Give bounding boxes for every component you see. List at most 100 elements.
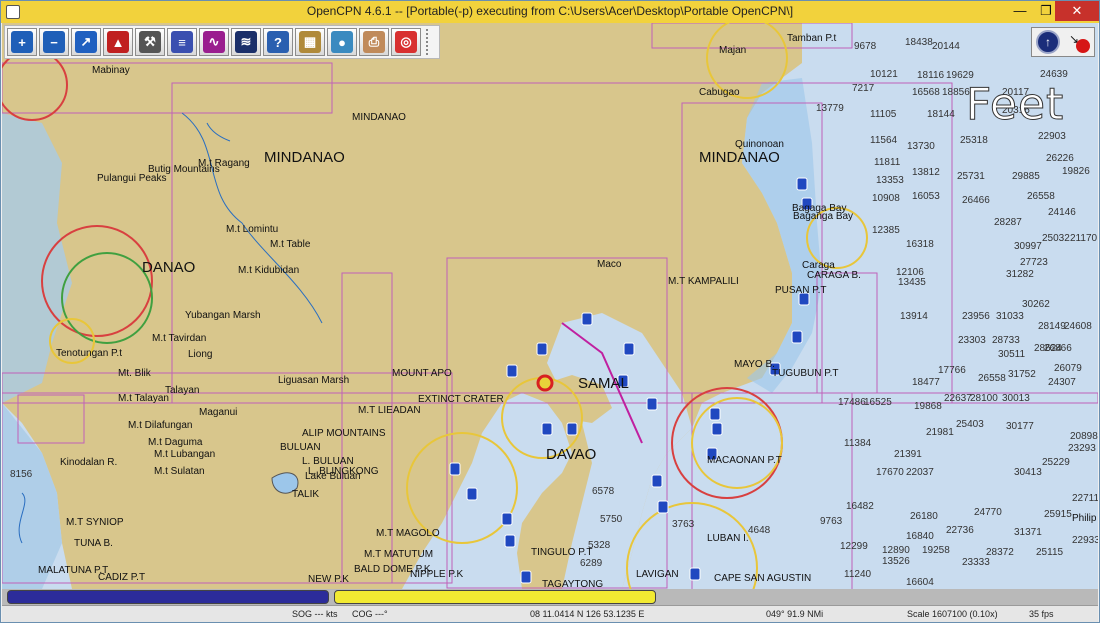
piano-key-chart-2[interactable]: [334, 590, 656, 604]
place-label: Majan: [719, 45, 747, 56]
zoom-out-icon: −: [43, 31, 65, 53]
place-label: M.t Lomintu: [226, 224, 279, 235]
main-toolbar: + − ↗ ▲ ⚒ ≡ ∿ ≋? ▦ ● ⎙ ◎: [4, 25, 440, 59]
depth-sounding: 9678: [854, 41, 877, 52]
north-up-compass-icon[interactable]: ↑: [1036, 30, 1060, 54]
tide-button[interactable]: ∿: [199, 28, 229, 56]
route-button[interactable]: ↗: [71, 28, 101, 56]
chart-canvas[interactable]: MINDANAO MINDANAO MINDANAO DANAO M.t Rag…: [2, 23, 1098, 589]
depth-sounding: 22903: [1038, 131, 1066, 142]
depth-sounding: 11105: [870, 109, 897, 120]
depth-sounding: 26180: [910, 511, 938, 522]
depth-sounding: 5328: [588, 540, 611, 551]
place-label: MACAONAN P.T: [707, 455, 782, 466]
depth-sounding: 25915: [1044, 509, 1072, 520]
place-label: M.t Dilafungan: [128, 420, 193, 431]
settings-button[interactable]: ⚒: [135, 28, 165, 56]
depth-sounding: 12890: [882, 545, 910, 556]
text-button[interactable]: ≡: [167, 28, 197, 56]
depth-sounding: 17670: [876, 467, 904, 478]
place-label: Mabinay: [92, 65, 130, 76]
depth-sounding: 3763: [672, 519, 695, 530]
place-label: M.t Lubangan: [154, 449, 216, 460]
mob-icon: ◎: [395, 31, 417, 53]
help-button[interactable]: ?: [263, 28, 293, 56]
depth-sounding: 29885: [1012, 171, 1040, 182]
depth-sounding: 13812: [912, 167, 940, 178]
ais-button[interactable]: ●: [327, 28, 357, 56]
place-label: MINDANAO: [352, 112, 406, 123]
depth-sounding: 17766: [938, 365, 966, 376]
place-label: PUSAN P.T: [775, 285, 827, 296]
place-label: Bagaga Bay: [792, 203, 847, 214]
depth-sounding: 28100: [970, 393, 998, 404]
depth-sounding: 28733: [992, 335, 1020, 346]
depth-sounding: 18116: [917, 70, 945, 81]
auto-follow-button[interactable]: ▲: [103, 28, 133, 56]
place-label: CAPE SAN AGUSTIN: [714, 573, 812, 584]
place-label: Tenotungan P.t: [56, 348, 122, 359]
window-title: OpenCPN 4.6.1 -- [Portable(-p) executing…: [306, 4, 794, 18]
depth-sounding: 26466: [962, 195, 990, 206]
depth-sounding: 28287: [994, 217, 1022, 228]
zoom-out-button[interactable]: −: [39, 28, 69, 56]
depth-sounding: 22637: [944, 393, 972, 404]
depth-sounding: 26558: [978, 373, 1006, 384]
cog-readout: COG ---°: [352, 609, 388, 619]
place-label: M.t Table: [270, 239, 311, 250]
place-label: LAVIGAN: [636, 569, 679, 580]
mob-button[interactable]: ◎: [391, 28, 421, 56]
zoom-in-button[interactable]: +: [7, 28, 37, 56]
depth-sounding: 6578: [592, 486, 615, 497]
minimize-button[interactable]: —: [1006, 1, 1034, 21]
bearing-distance-readout: 049° 91.9 NMi: [766, 609, 824, 619]
depth-sounding: 13914: [900, 311, 928, 322]
place-label: Liong: [188, 349, 213, 360]
depth-sounding: 11811: [874, 157, 901, 168]
close-button[interactable]: ✕: [1055, 1, 1099, 21]
chart-quilt-button[interactable]: ▦: [295, 28, 325, 56]
depth-sounding: 23303: [958, 335, 986, 346]
depth-sounding: 16318: [906, 239, 934, 250]
depth-sounding: 27723: [1020, 257, 1048, 268]
depth-sounding: 30262: [1022, 299, 1050, 310]
depth-sounding: 31752: [1008, 369, 1036, 380]
place-label: M.t Sulatan: [154, 466, 205, 477]
place-label: MINDANAO: [264, 149, 345, 166]
place-label: TALIK: [292, 489, 320, 500]
piano-key-chart-1[interactable]: [7, 590, 329, 604]
compass-widget[interactable]: ↑ ↘: [1031, 27, 1095, 57]
depth-sounding: 13353: [876, 175, 904, 186]
print-button[interactable]: ⎙: [359, 28, 389, 56]
depth-sounding: 20898: [1070, 431, 1098, 442]
current-button[interactable]: ≋: [231, 28, 261, 56]
depth-sounding: 13730: [907, 141, 935, 152]
depth-sounding: 25403: [956, 419, 984, 430]
depth-sounding: 10121: [870, 69, 898, 80]
place-label: Talayan: [165, 385, 200, 396]
current-icon: ≋: [235, 31, 257, 53]
gps-status-icon: ↘: [1068, 31, 1090, 53]
ownship-marker: [536, 374, 554, 392]
opencpn-window: OpenCPN 4.6.1 -- [Portable(-p) executing…: [0, 0, 1100, 623]
auto-follow-icon: ▲: [107, 31, 129, 53]
place-label: M.t Kidubidan: [238, 265, 300, 276]
depth-sounding: 6289: [580, 558, 603, 569]
sog-readout: SOG --- kts: [292, 609, 338, 619]
place-label: ALIP MOUNTAINS: [302, 428, 386, 439]
depth-sounding: 16840: [906, 531, 934, 542]
depth-units-overlay: Feet: [965, 79, 1065, 131]
place-label: Pulangui Peaks: [97, 173, 167, 184]
help-icon: ?: [267, 31, 289, 53]
depth-sounding: 31033: [996, 311, 1024, 322]
depth-sounding: 30177: [1006, 421, 1034, 432]
toolbar-grip[interactable]: [426, 29, 434, 55]
place-label: Quinonoan: [735, 139, 784, 150]
fps-readout: 35 fps: [1029, 609, 1054, 619]
depth-sounding: 23956: [962, 311, 990, 322]
depth-sounding: 11240: [844, 569, 872, 580]
depth-sounding: 18438: [905, 37, 933, 48]
place-label: DANAO: [142, 259, 196, 276]
place-label: M.T LIEADAN: [358, 405, 421, 416]
gps-status-dot: [1076, 39, 1090, 53]
